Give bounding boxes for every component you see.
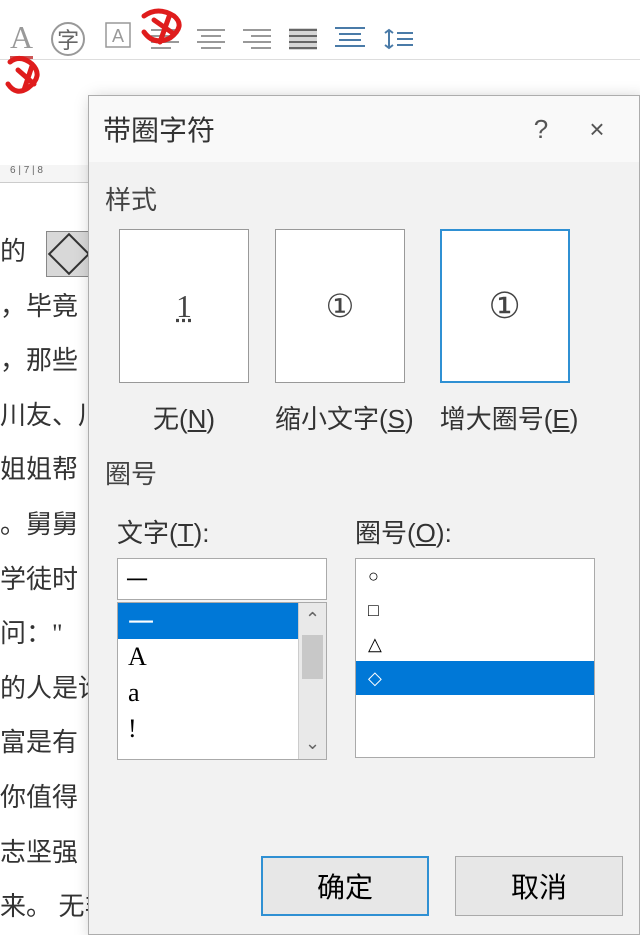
- enclosure-field-label: 圈号(O):: [355, 513, 611, 550]
- list-item[interactable]: A: [118, 639, 326, 675]
- scroll-down-icon[interactable]: ⌄: [299, 727, 326, 759]
- list-item[interactable]: ◇: [356, 661, 594, 695]
- style-option-shrink[interactable]: ①: [275, 229, 405, 383]
- ok-button[interactable]: 确定: [261, 856, 429, 916]
- style-label-shrink: 缩小文字(S): [275, 399, 414, 436]
- text-input[interactable]: [117, 558, 327, 600]
- list-item[interactable]: △: [356, 627, 594, 661]
- align-right-button[interactable]: [243, 28, 271, 50]
- align-justify-button[interactable]: [289, 28, 317, 50]
- dialog-titlebar: 带圈字符 ? ×: [89, 96, 639, 162]
- list-item[interactable]: ○: [356, 559, 594, 593]
- scroll-thumb[interactable]: [302, 635, 323, 679]
- style-options-row: 1 无(N) ① 缩小文字(S) ① 增大圈号(E): [89, 229, 639, 436]
- align-left-button[interactable]: [151, 28, 179, 50]
- style-label-enlarge: 增大圈号(E): [440, 399, 579, 436]
- align-center-icon: [197, 28, 225, 50]
- dialog-title: 带圈字符: [103, 109, 513, 149]
- help-button[interactable]: ?: [513, 104, 569, 154]
- scroll-up-icon[interactable]: ⌃: [299, 603, 326, 635]
- align-distribute-icon: [335, 26, 365, 52]
- list-item[interactable]: □: [356, 593, 594, 627]
- line-spacing-button[interactable]: [383, 25, 413, 53]
- align-left-icon: [151, 28, 179, 50]
- style-option-none[interactable]: 1: [119, 229, 249, 383]
- list-item[interactable]: 一: [118, 603, 326, 639]
- align-right-icon: [243, 28, 271, 50]
- enclosure-listbox[interactable]: ○ □ △ ◇: [355, 558, 595, 758]
- close-button[interactable]: ×: [569, 104, 625, 154]
- cancel-button[interactable]: 取消: [455, 856, 623, 916]
- scrollbar[interactable]: ⌃ ⌄: [298, 603, 326, 759]
- align-center-button[interactable]: [197, 28, 225, 50]
- toolbar: A 字 A: [0, 18, 640, 60]
- enclosure-section-label: 圈号: [89, 436, 639, 503]
- align-distribute-button[interactable]: [335, 26, 365, 52]
- char-border-icon: A: [103, 20, 133, 57]
- enclose-char-button[interactable]: 字: [51, 22, 85, 56]
- text-color-icon: A: [10, 19, 33, 59]
- style-section-label: 样式: [89, 162, 639, 229]
- char-border-button[interactable]: A: [103, 20, 133, 57]
- enclose-char-icon: 字: [51, 22, 85, 56]
- line-spacing-icon: [383, 25, 413, 53]
- list-item[interactable]: !: [118, 711, 326, 747]
- svg-text:A: A: [112, 26, 124, 46]
- style-label-none: 无(N): [119, 399, 249, 436]
- text-color-button[interactable]: A: [10, 19, 33, 59]
- diamond-char: [46, 231, 92, 277]
- list-item[interactable]: a: [118, 675, 326, 711]
- enclose-char-dialog: 带圈字符 ? × 样式 1 无(N) ① 缩小文字(S) ① 增大圈号(E) 圈…: [88, 95, 640, 935]
- style-option-enlarge[interactable]: ①: [440, 229, 570, 383]
- text-listbox[interactable]: 一 A a ! ⌃ ⌄: [117, 602, 327, 760]
- align-justify-icon: [289, 28, 317, 50]
- red-annotation-1: [2, 54, 46, 98]
- text-field-label: 文字(T):: [117, 513, 327, 550]
